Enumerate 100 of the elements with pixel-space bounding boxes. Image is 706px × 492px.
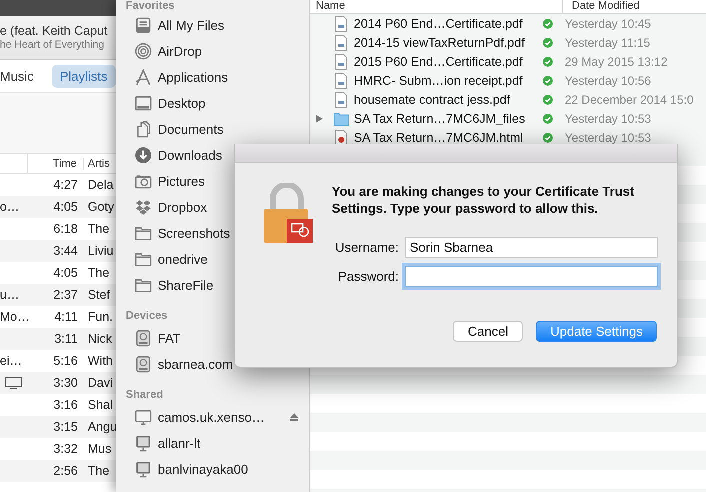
sidebar-label: Applications — [158, 70, 230, 84]
file-date: Yesterday 10:45 — [565, 16, 652, 30]
table-cell: 2:37 — [54, 288, 78, 302]
sidebar-label: Screenshots — [158, 226, 232, 240]
sidebar-item[interactable]: banlvinayaka00 — [116, 456, 309, 482]
sidebar-item[interactable]: Desktop — [116, 90, 309, 116]
column-header[interactable]: Name — [316, 0, 346, 12]
disclosure-triangle-icon[interactable] — [316, 114, 323, 122]
table-cell: 2:56 — [54, 464, 78, 478]
table-cell: The — [88, 222, 110, 236]
sidebar-label: onedrive — [158, 252, 209, 266]
password-field[interactable] — [405, 266, 658, 287]
table-cell: Mus — [88, 442, 112, 456]
sidebar-item[interactable]: FAT — [116, 325, 309, 351]
column-header[interactable]: Date Modified — [572, 0, 640, 12]
table-cell: Goty — [88, 200, 114, 214]
sidebar-label: sbarnea.com — [158, 356, 234, 372]
username-field[interactable]: Sorin Sbarnea — [405, 237, 658, 258]
document-icon — [135, 120, 152, 138]
sidebar-item[interactable]: allanr-lt — [116, 430, 309, 456]
sidebar-item[interactable]: All My Files — [116, 12, 309, 38]
folder-icon — [135, 224, 152, 242]
file-row[interactable]: 2015 P60 End…Certificate.pdf 29 May 2015 13:12 — [310, 52, 706, 71]
table-cell: 4:27 — [54, 178, 78, 192]
box-icon — [135, 198, 152, 216]
web-file-icon — [334, 130, 349, 146]
table-cell: With — [88, 354, 113, 368]
file-row[interactable]: HMRC- Subm…ion receipt.pdf Yesterday 10:56 — [310, 71, 706, 90]
pdf-file-icon — [334, 34, 349, 50]
sidebar-label: ShareFile — [158, 278, 215, 292]
table-cell: The — [88, 266, 110, 280]
table-cell: 3:44 — [54, 244, 78, 258]
drive-icon — [135, 356, 152, 372]
table-cell: The — [88, 464, 110, 478]
sidebar-item[interactable]: onedrive — [116, 246, 309, 272]
file-date: Yesterday 10:53 — [565, 130, 652, 144]
table-cell: Fun. — [88, 310, 114, 324]
table-cell: Angu — [88, 420, 118, 434]
table-cell: Shal — [88, 398, 114, 412]
file-name: 2014 P60 End…Certificate.pdf — [354, 16, 524, 30]
file-row[interactable]: 2014 P60 End…Certificate.pdf Yesterday 10:45 — [310, 14, 706, 33]
table-cell: Liviu — [88, 244, 114, 258]
file-name: housemate contract jess.pdf — [354, 92, 512, 106]
camera-icon — [135, 172, 152, 190]
file-name: 2015 P60 End…Certificate.pdf — [354, 54, 524, 68]
sidebar-item[interactable]: sbarnea.com — [116, 351, 309, 377]
sidebar-item[interactable]: Applications — [116, 64, 309, 90]
song-title: e (feat. Keith Caput — [0, 24, 109, 38]
file-date: Yesterday 10:53 — [565, 112, 652, 126]
sidebar-label: allanr-lt — [158, 436, 202, 450]
field-label: Username: — [334, 240, 399, 255]
sidebar-label: AirDrop — [158, 44, 204, 58]
sidebar-item[interactable]: Screenshots — [116, 220, 309, 246]
section-heading: Shared — [125, 388, 164, 403]
table-cell: u… — [0, 288, 20, 302]
sidebar-item[interactable]: AirDrop — [116, 38, 309, 64]
album-title: he Heart of Everything — [0, 38, 106, 52]
sidebar-item[interactable]: camos.uk.xenso… — [116, 404, 309, 430]
pdf-file-icon — [334, 72, 349, 88]
sidebar-item[interactable]: Documents — [116, 116, 309, 142]
table-cell: 4:05 — [54, 266, 78, 280]
sidebar-label: banlvinayaka00 — [158, 462, 250, 476]
screen-icon — [135, 94, 152, 112]
table-cell: Stef — [88, 288, 110, 302]
table-cell: 3:30 — [54, 376, 78, 390]
tab[interactable]: Music — [0, 64, 42, 88]
table-cell: Nick — [88, 332, 112, 346]
concentric-rings-icon — [135, 42, 152, 60]
file-row[interactable]: 2014-15 viewTaxReturnPdf.pdf Yesterday 11:15 — [310, 33, 706, 52]
sidebar-item[interactable]: Dropbox — [116, 194, 309, 220]
dialog-message: You are making changes to your Certificate Trust Settings. Type your password to allow this. — [332, 183, 636, 217]
sidebar-label: Dropbox — [158, 200, 208, 214]
folder-icon — [135, 250, 152, 268]
computer-icon — [135, 434, 152, 452]
file-row[interactable]: housemate contract jess.pdf 22 December 2014 15:0 — [310, 90, 706, 109]
drive-icon — [135, 330, 152, 346]
padlock-icon — [262, 183, 314, 245]
sidebar-label: All My Files — [158, 18, 226, 32]
table-cell: 6:18 — [54, 222, 78, 236]
sidebar-item[interactable]: Pictures — [116, 168, 309, 194]
column-header[interactable]: Artis — [88, 158, 110, 170]
computer-icon — [135, 460, 152, 478]
table-cell: 4:11 — [54, 310, 78, 324]
folder-icon — [135, 276, 152, 294]
table-cell: 3:32 — [54, 442, 78, 456]
eject-icon[interactable] — [290, 412, 299, 422]
table-cell: Mo… — [0, 310, 30, 324]
table-cell: Davi — [88, 376, 114, 390]
dialog-button[interactable]: Cancel — [453, 321, 524, 342]
file-date: 29 May 2015 13:12 — [565, 54, 668, 68]
sidebar-item[interactable]: ShareFile — [116, 272, 309, 298]
column-header[interactable]: Time — [52, 158, 77, 170]
table-cell: ei… — [0, 354, 22, 368]
file-date: Yesterday 11:15 — [565, 36, 650, 50]
tab[interactable]: Playlists — [52, 64, 116, 88]
table-cell: 3:16 — [54, 398, 78, 412]
folder-icon — [334, 110, 349, 126]
file-row[interactable]: SA Tax Return…7MC6JM_files Yesterday 10:53 — [310, 109, 706, 128]
sidebar-label: Desktop — [158, 96, 207, 110]
sidebar-item[interactable]: Downloads — [116, 142, 309, 168]
